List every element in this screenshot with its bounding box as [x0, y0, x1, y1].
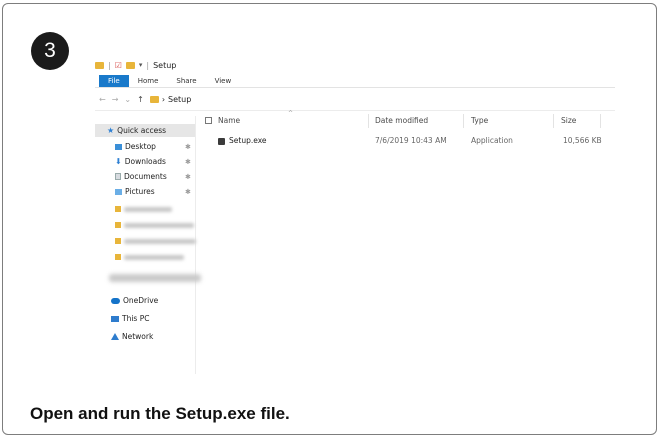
column-header-date[interactable]: Date modified — [375, 116, 428, 125]
column-header-size[interactable]: Size — [561, 116, 576, 125]
title-separator: | — [146, 60, 150, 70]
table-row[interactable]: Setup.exe 7/6/2019 10:43 AM Application … — [205, 136, 615, 148]
customize-toolbar-icon[interactable]: ▾ — [139, 61, 143, 69]
file-name: Setup.exe — [229, 136, 267, 145]
column-divider[interactable] — [368, 114, 369, 128]
ribbon-divider — [95, 87, 615, 88]
file-date: 7/6/2019 10:43 AM — [375, 136, 447, 145]
breadcrumb[interactable]: › Setup — [149, 94, 191, 104]
sidebar-item-label: Documents — [124, 172, 167, 181]
sidebar-item-redacted[interactable] — [115, 254, 184, 260]
sidebar-item-redacted[interactable] — [115, 222, 194, 228]
sidebar-item-label: Network — [122, 332, 154, 341]
sidebar-item-desktop[interactable]: Desktop ✱ — [115, 142, 195, 151]
folder-icon — [115, 254, 121, 260]
tab-view[interactable]: View — [206, 75, 241, 87]
pin-icon: ✱ — [185, 157, 191, 166]
network-icon — [111, 333, 119, 340]
download-icon: ⬇ — [115, 157, 122, 166]
pictures-icon — [115, 188, 122, 195]
properties-icon[interactable]: ☑ — [115, 61, 122, 70]
folder-icon — [115, 222, 121, 228]
star-icon: ★ — [107, 126, 115, 135]
redacted-label — [124, 254, 184, 260]
document-icon — [115, 173, 121, 180]
chevron-right-icon: › — [161, 94, 166, 104]
ribbon-tabs: File Home Share View — [99, 75, 240, 87]
folder-icon — [95, 61, 104, 69]
redacted-label — [124, 222, 194, 228]
sidebar-item-redacted[interactable] — [115, 206, 172, 212]
tab-file[interactable]: File — [99, 75, 129, 87]
recent-locations-icon[interactable]: ⌄ — [124, 95, 131, 104]
cloud-icon — [111, 297, 120, 304]
step-number-badge: 3 — [31, 32, 69, 70]
tab-home[interactable]: Home — [129, 75, 168, 87]
file-name-cell[interactable]: Setup.exe — [218, 136, 267, 145]
window-title: Setup — [153, 60, 177, 70]
sidebar-item-label: This PC — [122, 314, 150, 323]
computer-icon — [111, 315, 119, 322]
column-divider[interactable] — [600, 114, 601, 128]
sidebar-item-pictures[interactable]: Pictures ✱ — [115, 187, 195, 196]
navigation-pane: ★ Quick access Desktop ✱ ⬇ Downloads ✱ D… — [95, 116, 201, 374]
forward-arrow-icon[interactable]: → — [112, 95, 119, 104]
column-divider[interactable] — [463, 114, 464, 128]
sidebar-item-network[interactable]: Network — [111, 332, 153, 341]
select-all-checkbox[interactable] — [205, 117, 212, 124]
sidebar-item-this-pc[interactable]: This PC — [111, 314, 149, 323]
instruction-caption: Open and run the Setup.exe file. — [30, 404, 290, 423]
sort-up-icon: ^ — [288, 110, 294, 117]
title-bar: | ☑ ▾ | Setup — [95, 58, 176, 72]
step-card: 3 | ☑ ▾ | Setup File Home Share View ← →… — [2, 3, 657, 435]
breadcrumb-item[interactable]: Setup — [168, 95, 191, 104]
up-arrow-icon[interactable]: ↑ — [137, 95, 144, 104]
desktop-icon — [115, 143, 122, 150]
file-size: 10,566 KB — [563, 136, 602, 145]
file-explorer-window: | ☑ ▾ | Setup File Home Share View ← → ⌄… — [95, 54, 615, 374]
redacted-label — [124, 206, 172, 212]
folder-icon — [115, 206, 121, 212]
sidebar-item-label: Quick access — [117, 126, 167, 135]
new-folder-icon[interactable] — [125, 61, 135, 69]
sidebar-item-label: Desktop — [125, 142, 156, 151]
sidebar-item-redacted[interactable] — [115, 238, 196, 244]
navigation-bar: ← → ⌄ ↑ › Setup — [99, 92, 191, 106]
column-divider[interactable] — [553, 114, 554, 128]
redacted-label — [124, 238, 196, 244]
sidebar-item-onedrive[interactable]: OneDrive — [111, 296, 158, 305]
redacted-label — [109, 274, 201, 282]
pin-icon: ✱ — [185, 142, 191, 151]
folder-icon — [115, 238, 121, 244]
application-icon — [218, 137, 225, 145]
column-header-name[interactable]: Name — [218, 116, 240, 125]
sidebar-item-label: OneDrive — [123, 296, 159, 305]
pin-icon: ✱ — [185, 187, 191, 196]
title-separator: | — [108, 60, 111, 70]
sidebar-item-quick-access[interactable]: ★ Quick access — [95, 124, 195, 137]
tab-share[interactable]: Share — [167, 75, 205, 87]
nav-divider — [95, 110, 615, 111]
sidebar-item-label: Downloads — [124, 157, 166, 166]
file-type: Application — [471, 136, 513, 145]
sidebar-item-label: Pictures — [125, 187, 155, 196]
back-arrow-icon[interactable]: ← — [99, 95, 106, 104]
pin-icon: ✱ — [185, 172, 191, 181]
folder-icon — [149, 95, 159, 103]
sidebar-item-downloads[interactable]: ⬇ Downloads ✱ — [115, 157, 195, 166]
column-header-type[interactable]: Type — [471, 116, 488, 125]
sidebar-item-documents[interactable]: Documents ✱ — [115, 172, 195, 181]
